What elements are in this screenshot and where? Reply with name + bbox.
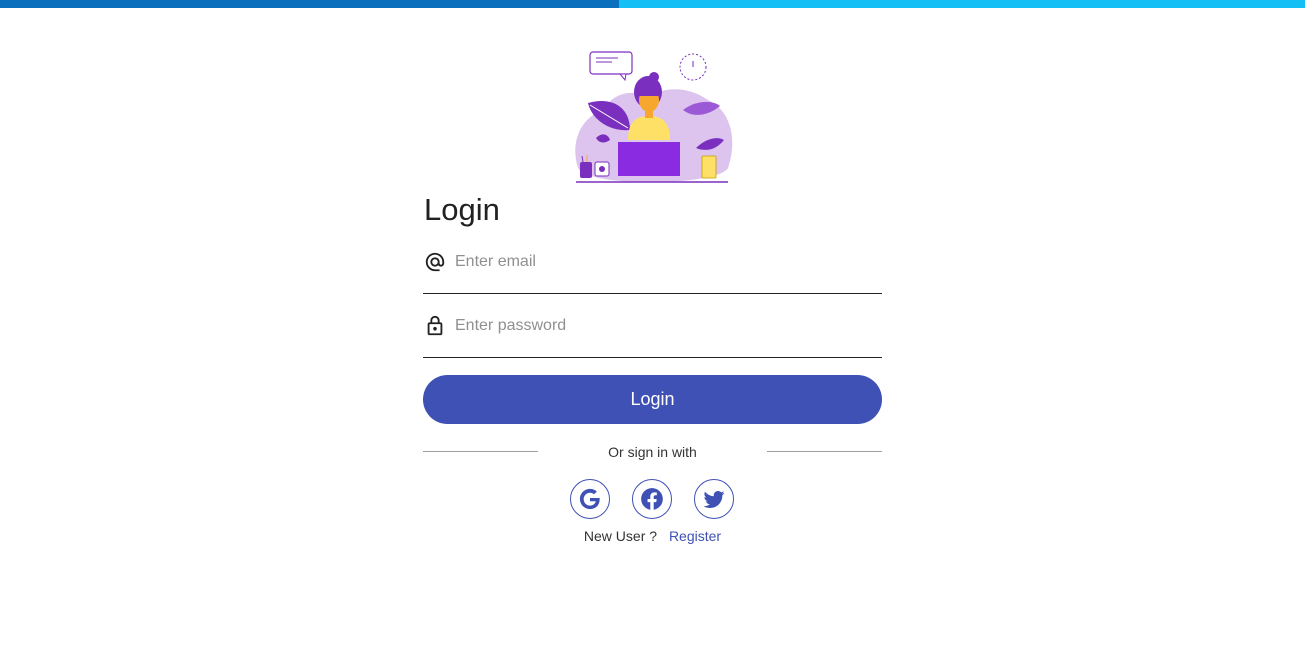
page-title: Login (424, 192, 500, 227)
email-input[interactable] (455, 249, 875, 275)
google-signin-button[interactable] (570, 479, 610, 519)
password-input[interactable] (455, 313, 875, 339)
login-button[interactable]: Login (423, 375, 882, 424)
progress-bar (0, 0, 1305, 8)
twitter-signin-button[interactable] (694, 479, 734, 519)
password-field (423, 311, 882, 358)
woman-at-laptop-illustration (575, 51, 733, 183)
facebook-signin-button[interactable] (632, 479, 672, 519)
progress-fill (0, 0, 619, 8)
lock-icon (427, 315, 443, 336)
facebook-icon (641, 488, 663, 510)
at-icon (425, 252, 445, 272)
divider-left (423, 451, 538, 452)
register-row: New User ? Register (423, 528, 882, 544)
register-prompt: New User ? (583, 528, 658, 544)
register-link[interactable]: Register (669, 528, 721, 544)
divider-text: Or sign in with (608, 444, 697, 460)
twitter-icon (703, 491, 725, 508)
divider-right (767, 451, 882, 452)
email-field (423, 247, 882, 294)
google-icon (579, 488, 601, 510)
